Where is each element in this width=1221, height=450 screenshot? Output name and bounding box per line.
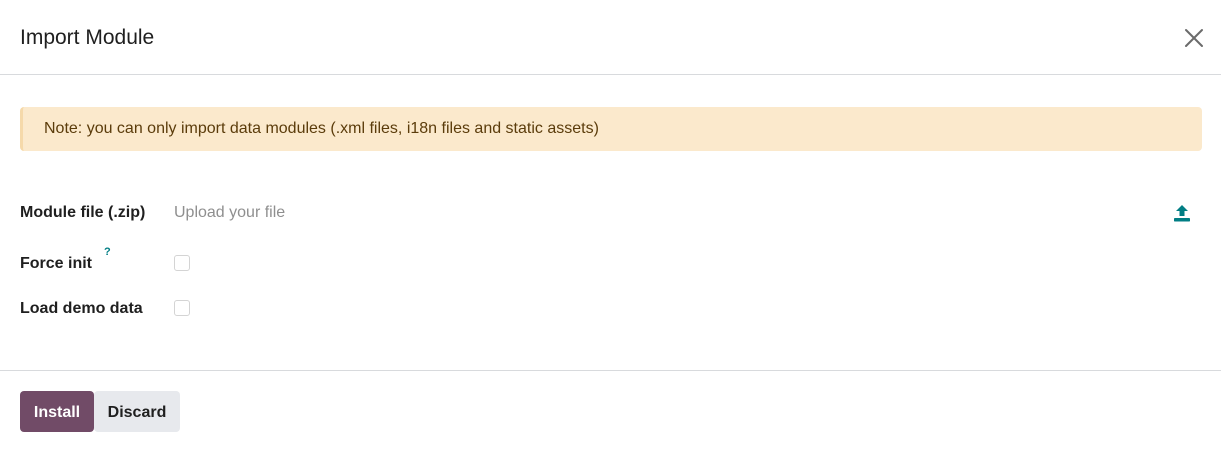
- info-alert: Note: you can only import data modules (…: [20, 107, 1202, 151]
- force-init-checkbox[interactable]: [174, 255, 190, 271]
- dialog-footer: Install Discard: [0, 370, 1221, 450]
- close-icon[interactable]: [1183, 27, 1205, 49]
- load-demo-checkbox[interactable]: [174, 300, 190, 316]
- dialog-title: Import Module: [20, 26, 155, 49]
- discard-button[interactable]: Discard: [94, 391, 180, 432]
- upload-icon[interactable]: [1172, 203, 1192, 223]
- load-demo-label: Load demo data: [20, 300, 143, 317]
- import-module-dialog: Import Module Note: you can only import …: [0, 0, 1221, 450]
- load-demo-row: Load demo data: [20, 297, 1200, 321]
- module-file-label: Module file (.zip): [20, 204, 146, 221]
- force-init-row: Force init ?: [20, 246, 1200, 276]
- help-tooltip-icon[interactable]: ?: [104, 245, 111, 259]
- force-init-label: Force init: [20, 255, 93, 272]
- dialog-header: Import Module: [0, 0, 1221, 75]
- module-file-row: Module file (.zip) Upload your file: [20, 201, 1200, 225]
- install-button[interactable]: Install: [20, 391, 94, 432]
- upload-file-placeholder[interactable]: Upload your file: [174, 201, 285, 225]
